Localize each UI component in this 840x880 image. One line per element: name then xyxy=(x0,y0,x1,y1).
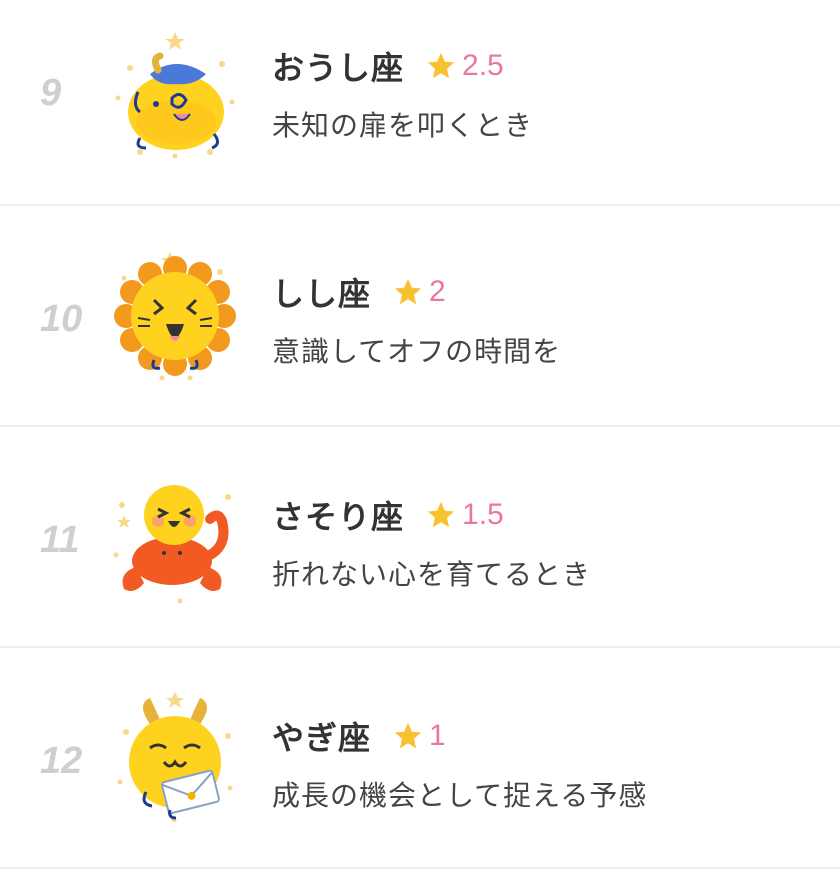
star-icon xyxy=(393,277,423,307)
ranking-info: さそり座 1.5 折れない心を育てるとき xyxy=(272,493,820,593)
rank-number: 11 xyxy=(40,519,80,561)
scorpio-mascot-icon xyxy=(110,475,240,605)
ranking-info: おうし座 2.5 未知の扉を叩くとき xyxy=(272,44,820,144)
ranking-row[interactable]: 11 さそり座 1.5 折れない心を育てるとき xyxy=(0,427,840,648)
score-value: 2 xyxy=(429,275,446,308)
fortune-message: 成長の機会として捉える予感 xyxy=(272,779,648,812)
taurus-mascot-icon xyxy=(110,30,240,160)
star-icon xyxy=(426,51,456,81)
ranking-row[interactable]: 12 やぎ座 1 成長の機会として捉える予感 xyxy=(0,648,840,869)
fortune-message: 折れない心を育てるとき xyxy=(272,558,592,591)
sign-name: やぎ座 xyxy=(272,719,372,757)
rank-number: 12 xyxy=(40,740,83,782)
rank-number: 10 xyxy=(40,298,83,340)
ranking-info: やぎ座 1 成長の機会として捉える予感 xyxy=(272,714,820,814)
fortune-message: 意識してオフの時間を xyxy=(272,335,562,368)
star-icon xyxy=(393,721,423,751)
score-value: 1 xyxy=(429,719,446,752)
horoscope-ranking-list: 9 おうし座 2.5 未知の扉を叩くとき 10 しし座 2 意識してオフの時間を… xyxy=(0,0,840,869)
ranking-row[interactable]: 9 おうし座 2.5 未知の扉を叩くとき xyxy=(0,0,840,206)
fortune-message: 未知の扉を叩くとき xyxy=(272,109,534,142)
star-icon xyxy=(426,500,456,530)
sign-name: さそり座 xyxy=(272,498,405,536)
score-value: 1.5 xyxy=(462,498,504,531)
leo-mascot-icon xyxy=(110,252,240,382)
capricorn-mascot-icon xyxy=(110,692,240,822)
ranking-row[interactable]: 10 しし座 2 意識してオフの時間を xyxy=(0,206,840,427)
score-value: 2.5 xyxy=(462,49,504,82)
sign-name: しし座 xyxy=(272,275,372,313)
ranking-info: しし座 2 意識してオフの時間を xyxy=(272,270,820,370)
sign-name: おうし座 xyxy=(272,49,405,87)
rank-number: 9 xyxy=(40,72,62,114)
